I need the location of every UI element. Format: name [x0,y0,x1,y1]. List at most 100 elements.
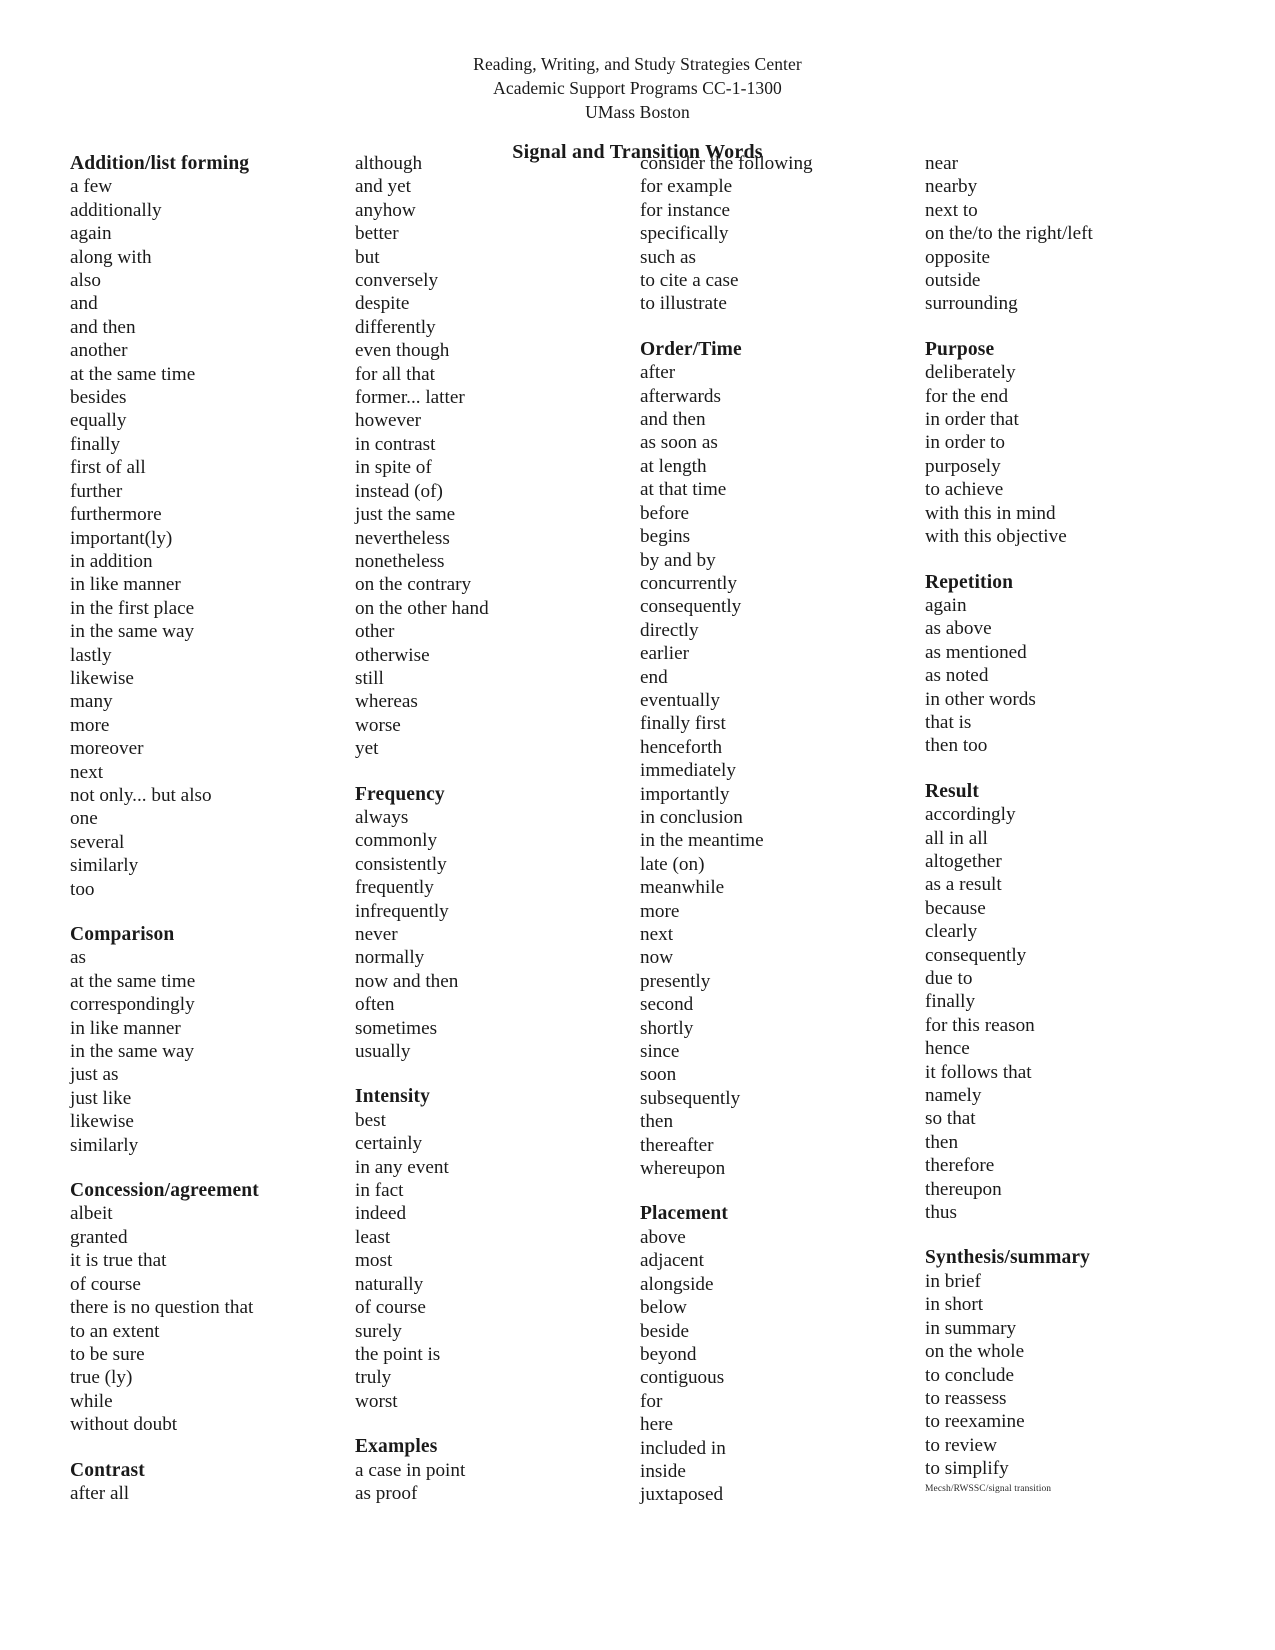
word-entry: alongside [640,1273,714,1295]
word-entry: frequently [355,877,434,899]
word-entry: whereupon [640,1158,726,1180]
word-entry: adjacent [640,1250,704,1272]
word-entry: in short [925,1294,984,1316]
word-entry: naturally [355,1273,424,1295]
word-entry: consequently [640,596,742,618]
word-entry: subsequently [640,1087,741,1109]
word-entry: surely [355,1320,402,1342]
word-entry: at length [640,455,707,477]
word-entry: additionally [70,199,162,221]
word-entry: moreover [70,738,144,760]
word-group: Frequency always commonly consistently frequ… [355,783,635,1064]
word-entry: on the whole [925,1341,1025,1363]
word-entry: outside [925,270,981,292]
word-entry: soon [640,1064,677,1086]
word-entry: below [640,1297,687,1319]
word-entry: then [640,1111,674,1133]
group-heading: Purpose [925,338,995,360]
word-entry: due to [925,968,973,989]
word-entry: conversely [355,270,439,292]
header-center-name: Reading, Writing, and Study Strategies C… [473,54,802,74]
handout-page: Reading, Writing, and Study Strategies C… [0,0,1275,1650]
word-entry: all in all [925,827,988,849]
word-group: Purpose deliberately for the end in order t… [925,338,1245,549]
word-entry: in like manner [70,1017,181,1039]
word-entry: along with [70,246,152,268]
word-entry: so that [925,1108,976,1130]
word-entry: of course [70,1273,141,1295]
word-entry: deliberately [925,362,1016,384]
word-group: although and yet anyhow better but conversely… [355,152,635,761]
header-program-line: Academic Support Programs CC-1-1300 [493,78,782,99]
word-entry: finally first [640,713,726,735]
word-entry: infrequently [355,900,449,922]
word-entry: clearly [925,921,978,943]
word-entry: inside [640,1460,686,1482]
word-entry: truly [355,1367,392,1389]
word-entry: shortly [640,1017,694,1039]
word-entry: consistently [355,853,447,875]
word-entry: more [640,900,680,922]
word-entry: henceforth [640,736,723,758]
word-entry: however [355,410,422,432]
word-entry: worst [355,1390,398,1412]
word-entry: and then [70,316,136,338]
word-entry: and yet [355,176,411,198]
group-heading: Examples [355,1436,438,1458]
word-entry: best [355,1109,386,1131]
word-entry: although [355,153,423,174]
word-group: Intensity best certainly in any event in fac… [355,1085,635,1413]
word-entry: to review [925,1434,997,1456]
word-entry: in contrast [355,433,436,455]
word-entry: always [355,806,409,828]
word-entry: by and by [640,549,716,571]
word-group: near nearby next to on the/to the right/lef… [925,152,1245,316]
word-entry: most [355,1250,393,1272]
word-entry: after [640,362,676,384]
word-entry: next [640,924,674,945]
word-entry: differently [355,316,436,338]
word-entry: such as [640,246,696,268]
word-entry: surrounding [925,293,1018,315]
word-entry: hence [925,1038,970,1060]
word-entry: in order to [925,432,1005,454]
word-entry: another [70,340,128,362]
word-entry: earlier [640,643,689,665]
word-entry: other [355,621,395,643]
word-group: Repetition again as above as mentioned as no… [925,571,1245,758]
word-entry: consequently [925,944,1027,966]
word-group: Result accordingly all in all altogether as … [925,780,1245,1225]
word-entry: in any event [355,1156,449,1178]
word-entry: true (ly) [70,1367,133,1389]
word-entry: in like manner [70,574,181,596]
word-entry: correspondingly [70,994,195,1016]
word-entry: altogether [925,850,1002,872]
group-heading: Intensity [355,1086,431,1108]
word-entry: nevertheless [355,527,450,549]
word-entry: certainly [355,1133,423,1155]
word-entry: in summary [925,1317,1017,1339]
word-entry: a case in point [355,1459,466,1481]
word-group: consider the following for example for ins… [640,152,920,316]
word-entry: too [70,878,95,900]
header-institution: UMass Boston [585,102,690,123]
word-entry: besides [70,387,127,409]
word-entry: to an extent [70,1320,160,1342]
word-entry: yet [355,738,379,760]
word-entry: and [70,293,98,315]
word-entry: directly [640,619,699,641]
word-entry: consider the following [640,153,813,174]
word-entry: accordingly [925,804,1016,826]
word-entry: now [640,947,674,969]
word-entry: usually [355,1041,411,1063]
word-entry: again [925,594,967,616]
word-entry: that is [925,711,972,733]
word-entry: the point is [355,1343,441,1365]
word-entry: before [640,502,689,524]
word-entry: granted [70,1226,128,1248]
word-entry: near [925,153,959,174]
word-entry: albeit [70,1203,113,1225]
word-entry: in conclusion [640,806,743,828]
word-entry: namely [925,1085,982,1107]
group-heading: Concession/agreement [70,1180,259,1202]
